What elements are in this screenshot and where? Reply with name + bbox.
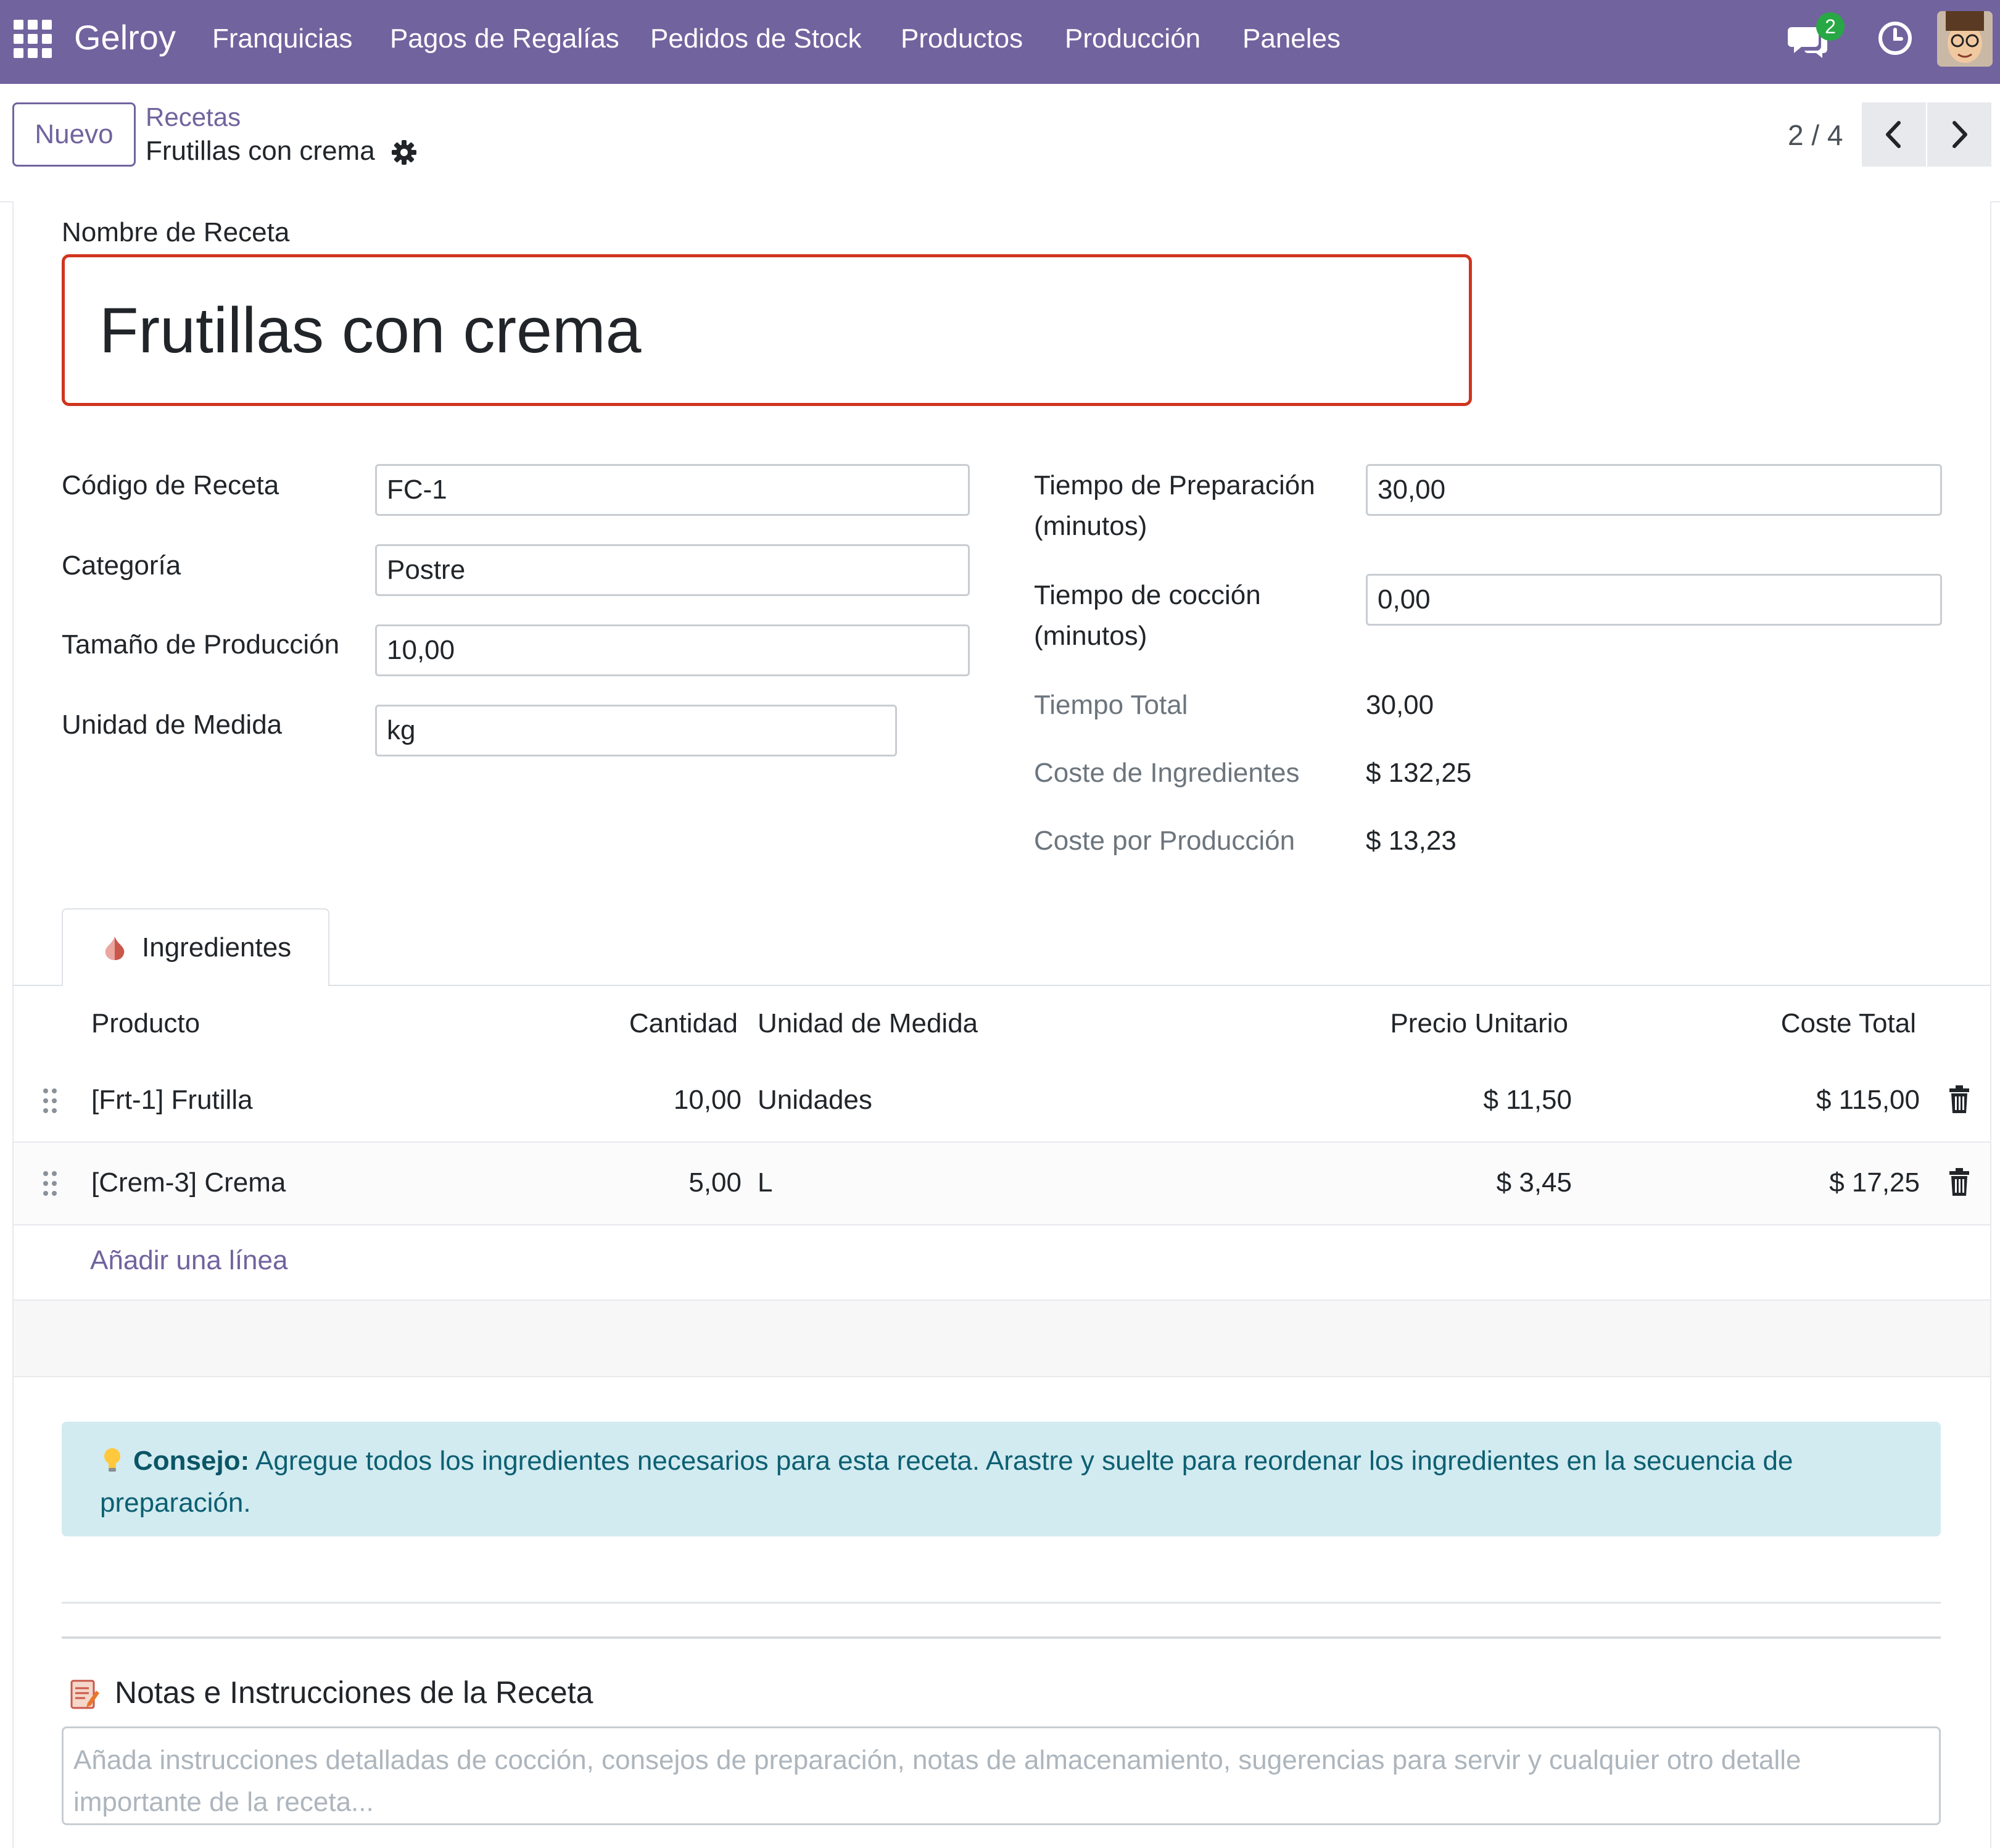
cook-time-label-line1: Tiempo de cocción xyxy=(1034,580,1261,610)
col-header-precio-unitario[interactable]: Precio Unitario xyxy=(1390,1008,1568,1039)
prep-time-input[interactable]: 30,00 xyxy=(1366,464,1942,516)
form-sheet xyxy=(12,201,1991,1848)
production-size-label: Tamaño de Producción xyxy=(62,629,340,660)
chevron-left-icon xyxy=(1886,121,1901,148)
garlic-icon xyxy=(105,937,125,960)
notepad-icon xyxy=(70,1680,99,1709)
uom-input[interactable]: kg xyxy=(375,705,897,756)
lightbulb-icon xyxy=(104,1448,120,1472)
menu-pagos-regalias[interactable]: Pagos de Regalías xyxy=(390,23,619,54)
total-time-value: 30,00 xyxy=(1366,690,1434,720)
breadcrumb-parent[interactable]: Recetas xyxy=(146,102,241,132)
menu-productos[interactable]: Productos xyxy=(901,23,1023,54)
cell-uom[interactable]: Unidades xyxy=(758,1085,872,1116)
app-brand[interactable]: Gelroy xyxy=(74,17,176,57)
tip-title: Consejo: xyxy=(133,1446,250,1476)
cell-unit-price[interactable]: $ 3,45 xyxy=(1497,1167,1572,1198)
cook-time-label-line2: (minutos) xyxy=(1034,621,1147,651)
chat-badge: 2 xyxy=(1816,12,1845,41)
notes-title: Notas e Instrucciones de la Receta xyxy=(115,1675,593,1710)
divider xyxy=(62,1636,1941,1639)
recipe-name-label: Nombre de Receta xyxy=(62,217,290,247)
breadcrumb-current: Frutillas con crema xyxy=(146,136,375,166)
divider xyxy=(62,1602,1941,1604)
recipe-name-input[interactable]: Frutillas con crema xyxy=(62,254,1472,406)
recipe-code-input[interactable]: FC-1 xyxy=(375,464,970,516)
chevron-right-icon xyxy=(1952,121,1967,148)
apps-grid-icon[interactable] xyxy=(14,20,52,58)
tip-alert: Consejo: Agregue todos los ingredientes … xyxy=(62,1422,1941,1536)
menu-paneles[interactable]: Paneles xyxy=(1242,23,1341,54)
total-time-label: Tiempo Total xyxy=(1034,690,1188,720)
cell-product[interactable]: [Frt-1] Frutilla xyxy=(91,1085,253,1116)
col-header-cantidad[interactable]: Cantidad xyxy=(629,1008,738,1039)
add-line-link[interactable]: Añadir una línea xyxy=(90,1245,287,1276)
category-label: Categoría xyxy=(62,550,181,581)
production-size-input[interactable]: 10,00 xyxy=(375,624,970,676)
tab-ingredientes-label: Ingredientes xyxy=(142,932,292,963)
cell-quantity[interactable]: 10,00 xyxy=(674,1085,742,1116)
cell-product[interactable]: [Crem-3] Crema xyxy=(91,1167,286,1198)
menu-pedidos-stock[interactable]: Pedidos de Stock xyxy=(650,23,861,54)
trash-icon[interactable] xyxy=(1947,1085,1972,1116)
tab-ingredientes[interactable]: Ingredientes xyxy=(62,908,329,986)
cost-per-production-value: $ 13,23 xyxy=(1366,826,1457,856)
trash-icon[interactable] xyxy=(1947,1167,1972,1198)
table-row[interactable]: [Crem-3] Crema 5,00 L $ 3,45 $ 17,25 xyxy=(14,1143,1990,1225)
user-avatar[interactable] xyxy=(1937,11,1993,67)
cell-uom[interactable]: L xyxy=(758,1167,772,1198)
pager-value[interactable]: 2 / 4 xyxy=(1788,118,1843,152)
uom-label: Unidad de Medida xyxy=(62,710,283,740)
ingredient-cost-label: Coste de Ingredientes xyxy=(1034,758,1300,788)
tip-text: Agregue todos los ingredientes necesario… xyxy=(100,1446,1793,1518)
col-header-producto[interactable]: Producto xyxy=(91,1008,200,1039)
control-panel: Nuevo Recetas Frutillas con crema 2 / 4 xyxy=(0,84,2000,202)
prep-time-label-line2: (minutos) xyxy=(1034,511,1147,541)
cell-total-cost: $ 17,25 xyxy=(1829,1167,1920,1198)
prep-time-label-line1: Tiempo de Preparación xyxy=(1034,470,1315,500)
gear-icon[interactable] xyxy=(390,138,418,167)
activity-clock-icon[interactable] xyxy=(1877,20,1914,57)
cell-unit-price[interactable]: $ 11,50 xyxy=(1483,1085,1572,1116)
notes-textarea[interactable]: Añada instrucciones detalladas de cocció… xyxy=(62,1726,1941,1825)
table-row[interactable]: [Frt-1] Frutilla 10,00 Unidades $ 11,50 … xyxy=(14,1060,1990,1143)
pager-previous-button[interactable] xyxy=(1862,102,1926,167)
pager-next-button[interactable] xyxy=(1927,102,1991,167)
ingredient-cost-value: $ 132,25 xyxy=(1366,758,1472,788)
col-header-coste-total[interactable]: Coste Total xyxy=(1781,1008,1916,1039)
drag-handle-icon[interactable] xyxy=(41,1086,59,1116)
menu-franquicias[interactable]: Franquicias xyxy=(212,23,352,54)
category-input[interactable]: Postre xyxy=(375,544,970,596)
cook-time-input[interactable]: 0,00 xyxy=(1366,574,1942,626)
recipe-code-label: Código de Receta xyxy=(62,470,279,500)
top-navbar: Gelroy Franquicias Pagos de Regalías Ped… xyxy=(0,0,2000,84)
new-button[interactable]: Nuevo xyxy=(12,102,136,167)
table-footer xyxy=(14,1299,1990,1377)
menu-produccion[interactable]: Producción xyxy=(1065,23,1200,54)
cost-per-production-label: Coste por Producción xyxy=(1034,826,1295,856)
cell-quantity[interactable]: 5,00 xyxy=(688,1167,742,1198)
drag-handle-icon[interactable] xyxy=(41,1169,59,1198)
col-header-unidad[interactable]: Unidad de Medida xyxy=(758,1008,978,1039)
cell-total-cost: $ 115,00 xyxy=(1816,1085,1920,1115)
